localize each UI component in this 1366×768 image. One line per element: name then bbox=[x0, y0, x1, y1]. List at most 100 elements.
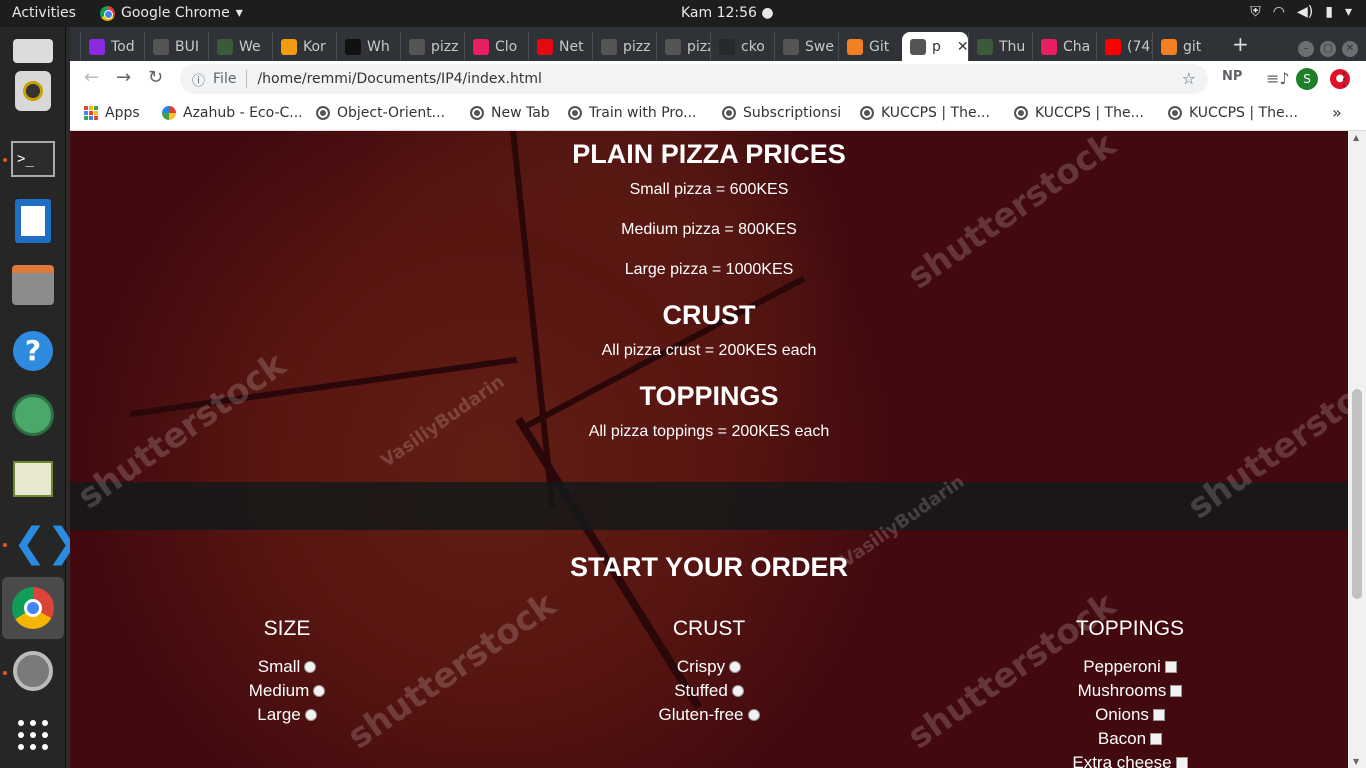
scrollbar-thumb[interactable] bbox=[1352, 389, 1362, 599]
np-extension-icon[interactable]: NP bbox=[1222, 69, 1242, 84]
forward-arrow-icon[interactable]: → bbox=[116, 67, 131, 88]
speaker-app-icon[interactable] bbox=[9, 67, 57, 115]
crust-crispy-radio[interactable] bbox=[729, 661, 742, 673]
address-bar[interactable]: ⓘ File /home/remmi/Documents/IP4/index.h… bbox=[180, 64, 1208, 94]
topping-bacon-checkbox[interactable] bbox=[1150, 733, 1163, 745]
minimize-button[interactable]: – bbox=[1298, 41, 1314, 57]
tab-favicon-icon bbox=[217, 38, 233, 55]
apps-shortcut[interactable]: Apps bbox=[84, 105, 140, 121]
topping-extra-cheese-checkbox[interactable] bbox=[1175, 757, 1188, 768]
apps-grid-icon bbox=[84, 106, 98, 120]
files-icon[interactable] bbox=[9, 261, 57, 309]
image-viewer-icon[interactable] bbox=[9, 455, 57, 503]
browser-tab[interactable]: Net bbox=[528, 32, 592, 61]
crust-price-text: All pizza crust = 200KES each bbox=[601, 342, 817, 359]
topping-onions-checkbox[interactable] bbox=[1152, 709, 1165, 721]
browser-tab[interactable]: Thu bbox=[968, 32, 1032, 61]
close-window-button[interactable]: ✕ bbox=[1342, 41, 1358, 57]
maximize-button[interactable]: □ bbox=[1320, 41, 1336, 57]
topping-option-bacon: Bacon bbox=[980, 727, 1280, 751]
browser-tab[interactable]: pizz bbox=[592, 32, 656, 61]
page-content: PLAIN PIZZA PRICES Small pizza = 600KES … bbox=[70, 131, 1348, 768]
bookmark-item[interactable]: New Tab bbox=[470, 105, 550, 121]
crust-options-heading: CRUST bbox=[672, 617, 746, 640]
tab-label: Thu bbox=[999, 38, 1026, 55]
browser-tab[interactable]: (74) bbox=[1096, 32, 1152, 61]
close-tab-icon[interactable]: ✕ bbox=[957, 39, 968, 55]
url-scheme: File bbox=[213, 71, 237, 87]
menu-dots-icon[interactable]: ⋮ bbox=[1335, 69, 1353, 90]
size-small-radio[interactable] bbox=[304, 661, 317, 673]
crust-option-stuffed: Stuffed bbox=[559, 679, 859, 703]
atom-editor-icon[interactable] bbox=[9, 391, 57, 439]
reload-icon[interactable]: ↻ bbox=[148, 67, 163, 88]
bookmark-item[interactable]: KUCCPS | The... bbox=[1168, 105, 1298, 121]
browser-tab[interactable]: Clo bbox=[464, 32, 528, 61]
show-apps-icon[interactable] bbox=[9, 711, 57, 759]
browser-tab[interactable]: BUI bbox=[144, 32, 208, 61]
vscode-icon[interactable]: ❮❯ bbox=[9, 519, 80, 567]
activities-button[interactable]: Activities bbox=[12, 5, 76, 21]
chrome-dock-icon[interactable] bbox=[2, 577, 64, 639]
browser-tab[interactable]: Git bbox=[838, 32, 902, 61]
clock[interactable]: Kam 12:56 ● bbox=[681, 5, 774, 21]
writer-document-icon[interactable] bbox=[9, 197, 57, 245]
tab-favicon-icon bbox=[1105, 38, 1121, 55]
terminal-icon[interactable]: >_ bbox=[9, 135, 57, 183]
url-text[interactable]: /home/remmi/Documents/IP4/index.html bbox=[257, 71, 541, 87]
settings-tools-icon[interactable] bbox=[9, 647, 57, 695]
tab-favicon-icon bbox=[783, 38, 799, 55]
crust-group: CRUST Crispy Stuffed Gluten-free bbox=[559, 617, 859, 727]
media-control-icon[interactable]: ≡♪ bbox=[1266, 69, 1290, 88]
bookmarks-overflow-icon[interactable]: » bbox=[1332, 103, 1342, 122]
size-large-radio[interactable] bbox=[304, 709, 317, 721]
shield-icon[interactable]: ⛨ bbox=[1250, 4, 1261, 20]
browser-tab[interactable]: Kor bbox=[272, 32, 336, 61]
browser-tab[interactable]: Swe bbox=[774, 32, 838, 61]
browser-tab[interactable]: Cha bbox=[1032, 32, 1096, 61]
topping-pepperoni-checkbox[interactable] bbox=[1164, 661, 1177, 673]
size-medium-radio[interactable] bbox=[313, 685, 326, 697]
bookmark-item[interactable]: Object-Orient... bbox=[316, 105, 445, 121]
bookmark-label: New Tab bbox=[491, 105, 550, 121]
tab-label: git bbox=[1183, 38, 1202, 55]
help-icon[interactable]: ? bbox=[9, 327, 57, 375]
info-icon[interactable]: ⓘ bbox=[192, 70, 205, 89]
scroll-down-arrow-icon[interactable]: ▼ bbox=[1353, 757, 1359, 766]
crust-gluten-free-radio[interactable] bbox=[747, 709, 760, 721]
bookmark-item[interactable]: Train with Pro... bbox=[568, 105, 697, 121]
azahub-icon bbox=[162, 106, 176, 120]
page-scrollbar[interactable]: ▲ ▼ bbox=[1348, 131, 1366, 768]
tab-label: Tod bbox=[111, 38, 135, 55]
tab-favicon-icon bbox=[409, 38, 425, 55]
tab-favicon-icon bbox=[665, 38, 681, 55]
browser-tab[interactable]: cko bbox=[710, 32, 774, 61]
bookmark-item[interactable]: Subscriptionsi bbox=[722, 105, 841, 121]
app-menu-label: Google Chrome bbox=[121, 5, 230, 21]
system-tray[interactable]: ⛨ ◠ ◀) ▮ ▾ bbox=[1250, 4, 1352, 20]
browser-tab[interactable]: pizz bbox=[400, 32, 464, 61]
app-menu[interactable]: Google Chrome ▾ bbox=[100, 5, 243, 21]
tab-label: p bbox=[932, 38, 941, 55]
bookmark-item[interactable]: KUCCPS | The... bbox=[1014, 105, 1144, 121]
browser-tab[interactable]: Tod bbox=[80, 32, 144, 61]
browser-tab[interactable]: Wh bbox=[336, 32, 400, 61]
browser-tab[interactable]: p ✕ bbox=[902, 32, 968, 61]
profile-avatar[interactable]: S bbox=[1296, 68, 1318, 90]
size-option-large: Large bbox=[137, 703, 437, 727]
bookmark-item[interactable]: Azahub - Eco-C... bbox=[162, 105, 303, 121]
size-heading: SIZE bbox=[263, 617, 311, 640]
crust-stuffed-radio[interactable] bbox=[731, 685, 744, 697]
bookmark-label: Subscriptionsi bbox=[743, 105, 842, 121]
browser-tab[interactable]: pizz bbox=[656, 32, 710, 61]
bookmark-item[interactable]: KUCCPS | The... bbox=[860, 105, 990, 121]
browser-tab[interactable]: git bbox=[1152, 32, 1216, 61]
globe-icon bbox=[722, 106, 736, 120]
bookmark-star-icon[interactable]: ☆ bbox=[1182, 69, 1196, 88]
topping-mushrooms-checkbox[interactable] bbox=[1170, 685, 1183, 697]
new-tab-button[interactable]: + bbox=[1232, 32, 1249, 56]
scroll-up-arrow-icon[interactable]: ▲ bbox=[1353, 133, 1359, 142]
tab-favicon-icon bbox=[473, 38, 489, 55]
browser-tab[interactable]: We bbox=[208, 32, 272, 61]
back-arrow-icon[interactable]: ← bbox=[84, 67, 99, 88]
